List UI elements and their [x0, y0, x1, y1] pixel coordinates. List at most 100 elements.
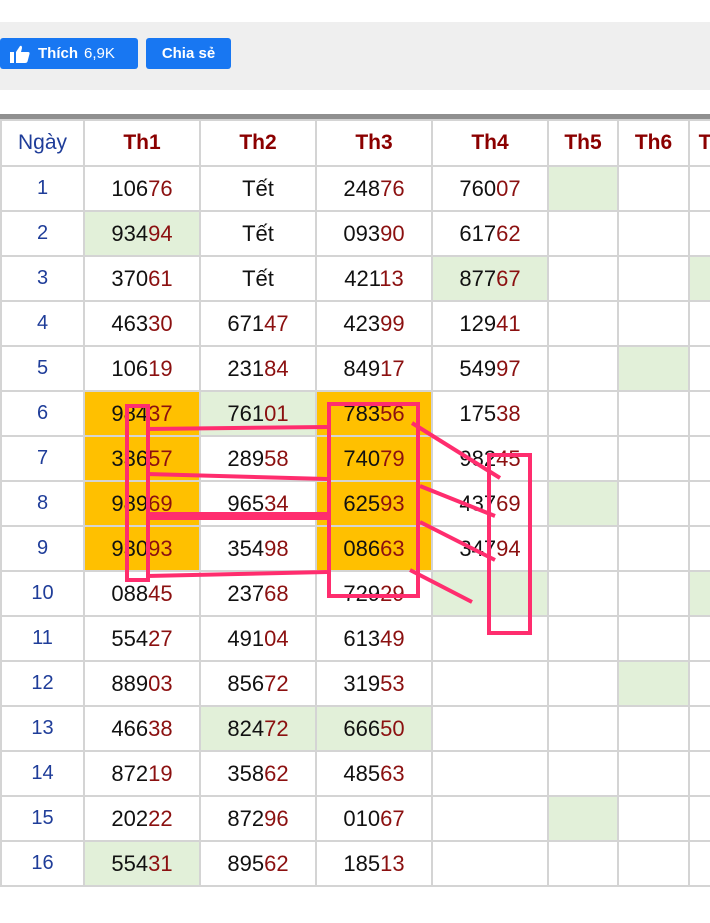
- like-label: Thích: [38, 45, 78, 62]
- result-cell: [688, 570, 710, 617]
- result-cell: 98437: [83, 390, 201, 437]
- result-prefix: 877: [459, 265, 497, 291]
- result-cell: 35498: [199, 525, 317, 572]
- result-prefix: 347: [459, 535, 497, 561]
- result-tail: 37: [148, 400, 173, 426]
- result-cell: [688, 840, 710, 887]
- result-cell: 88903: [83, 660, 201, 707]
- result-cell: 78356: [315, 390, 433, 437]
- result-prefix: 671: [227, 310, 265, 336]
- result-tail: 90: [380, 220, 405, 246]
- result-cell: [617, 615, 690, 662]
- result-tail: 84: [264, 355, 289, 381]
- result-cell: 33657: [83, 435, 201, 482]
- result-cell: [688, 615, 710, 662]
- result-prefix: 370: [111, 265, 149, 291]
- result-prefix: 666: [343, 715, 381, 741]
- result-tail: 62: [264, 760, 289, 786]
- day-cell: 16: [0, 840, 85, 887]
- day-cell: 5: [0, 345, 85, 392]
- facebook-share-button[interactable]: Chia sẻ: [146, 38, 231, 69]
- result-cell: [547, 660, 619, 707]
- column-header-ngày: Ngày: [0, 119, 85, 167]
- result-prefix: 849: [343, 355, 381, 381]
- result-cell: [688, 525, 710, 572]
- result-tail: 31: [148, 850, 173, 876]
- result-cell: 54997: [431, 345, 549, 392]
- result-prefix: 982: [459, 445, 497, 471]
- result-cell: 46638: [83, 705, 201, 752]
- result-cell: [547, 750, 619, 797]
- result-prefix: 729: [343, 580, 381, 606]
- table-row: 12 88903 85672 31953: [0, 660, 710, 707]
- result-cell: [547, 435, 619, 482]
- facebook-like-button[interactable]: Thích 6,9K: [0, 38, 138, 69]
- result-prefix: 554: [111, 625, 149, 651]
- result-prefix: Tết: [242, 265, 274, 291]
- result-prefix: 185: [343, 850, 381, 876]
- table-row: 8 98969 96534 62593 43769: [0, 480, 710, 527]
- column-header-th3: Th3: [315, 119, 433, 167]
- result-prefix: 613: [343, 625, 381, 651]
- result-tail: 56: [380, 400, 405, 426]
- result-cell: 17538: [431, 390, 549, 437]
- result-tail: 62: [496, 220, 521, 246]
- result-cell: [431, 795, 549, 842]
- result-prefix: 421: [344, 265, 380, 291]
- result-cell: [688, 750, 710, 797]
- result-cell: 35862: [199, 750, 317, 797]
- table-header-row: NgàyTh1Th2Th3Th4Th5Th6T: [0, 119, 710, 167]
- result-cell: [547, 210, 619, 257]
- table-row: 7 33657 28958 74079 98245: [0, 435, 710, 482]
- result-tail: 13: [379, 265, 404, 291]
- result-tail: 49: [380, 625, 405, 651]
- table-row: 10 08845 23768 72929: [0, 570, 710, 617]
- result-cell: [688, 165, 710, 212]
- result-cell: [617, 570, 690, 617]
- result-cell: 93494: [83, 210, 201, 257]
- result-cell: 18513: [315, 840, 433, 887]
- result-cell: [688, 210, 710, 257]
- result-cell: 98969: [83, 480, 201, 527]
- result-tail: 45: [148, 580, 173, 606]
- result-cell: 55431: [83, 840, 201, 887]
- result-cell: 43769: [431, 480, 549, 527]
- result-tail: 76: [380, 175, 405, 201]
- result-tail: 19: [148, 760, 173, 786]
- result-cell: [688, 435, 710, 482]
- result-prefix: 248: [343, 175, 381, 201]
- result-tail: 38: [496, 400, 521, 426]
- table-row: 9 93093 35498 08663 34794: [0, 525, 710, 572]
- result-tail: 67: [380, 805, 405, 831]
- result-tail: 99: [380, 310, 405, 336]
- result-prefix: 336: [111, 445, 149, 471]
- day-cell: 9: [0, 525, 85, 572]
- result-cell: 62593: [315, 480, 433, 527]
- result-prefix: 106: [111, 175, 149, 201]
- result-prefix: 093: [343, 220, 381, 246]
- result-tail: 94: [148, 220, 173, 246]
- result-cell: 31953: [315, 660, 433, 707]
- result-prefix: 175: [459, 400, 497, 426]
- result-cell: [617, 390, 690, 437]
- result-tail: 63: [380, 760, 405, 786]
- result-cell: 85672: [199, 660, 317, 707]
- result-cell: [547, 570, 619, 617]
- result-prefix: 466: [111, 715, 149, 741]
- result-tail: 58: [264, 445, 289, 471]
- result-cell: [617, 750, 690, 797]
- table-row: 11 55427 49104 61349: [0, 615, 710, 662]
- result-cell: 01067: [315, 795, 433, 842]
- day-cell: 15: [0, 795, 85, 842]
- result-cell: [547, 300, 619, 347]
- result-cell: 12941: [431, 300, 549, 347]
- result-cell: 34794: [431, 525, 549, 572]
- result-prefix: 934: [111, 220, 149, 246]
- result-tail: 27: [148, 625, 173, 651]
- result-prefix: 549: [459, 355, 497, 381]
- table-row: 14 87219 35862 48563: [0, 750, 710, 797]
- result-cell: 08845: [83, 570, 201, 617]
- result-cell: 87296: [199, 795, 317, 842]
- result-cell: [547, 345, 619, 392]
- result-tail: 07: [496, 175, 521, 201]
